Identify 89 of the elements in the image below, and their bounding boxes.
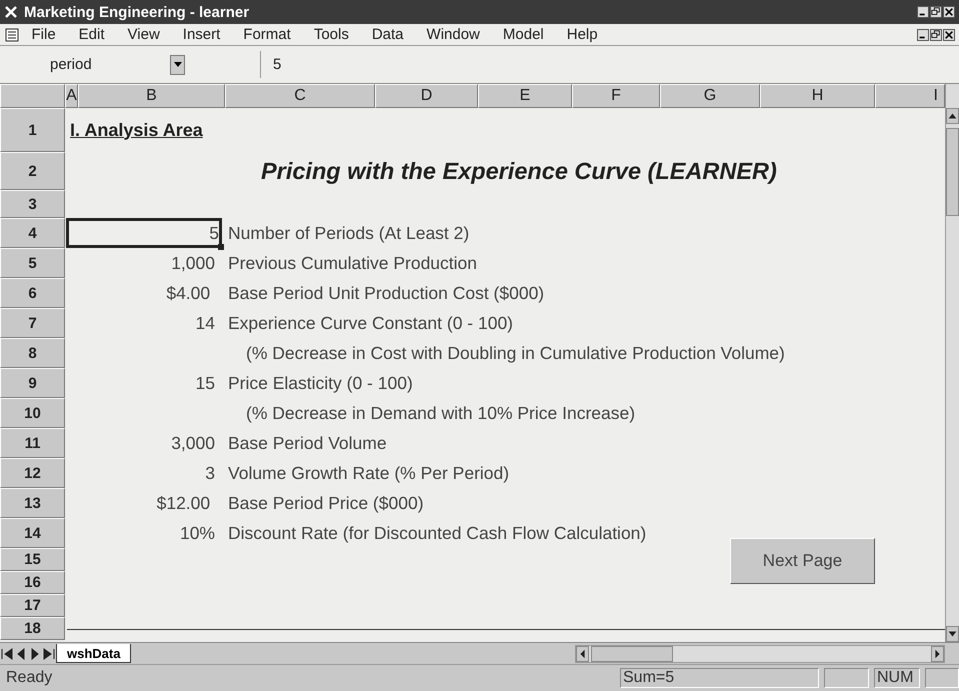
column-header[interactable]: A: [65, 84, 78, 108]
menu-item[interactable]: Data: [360, 26, 416, 43]
column-header[interactable]: I: [875, 84, 945, 108]
minimize-icon[interactable]: [917, 28, 929, 40]
field-label: Base Period Price ($000): [228, 492, 424, 514]
menu-item[interactable]: Format: [232, 26, 302, 43]
app-icon: [4, 5, 18, 19]
status-pane: [925, 668, 959, 688]
menu-item[interactable]: Edit: [67, 26, 116, 43]
section-heading: I. Analysis Area: [70, 120, 203, 140]
value-cell[interactable]: 10%: [66, 518, 222, 548]
field-label: Discount Rate (for Discounted Cash Flow Calculation): [228, 522, 646, 544]
field-label: Volume Growth Rate (% Per Period): [228, 462, 510, 484]
row-header[interactable]: 6: [0, 278, 65, 308]
column-header[interactable]: E: [478, 84, 572, 108]
field-label: Number of Periods (At Least 2): [228, 222, 470, 244]
column-header[interactable]: G: [660, 84, 760, 108]
row-header[interactable]: 15: [0, 548, 65, 571]
menu-item[interactable]: Help: [555, 26, 610, 43]
minimize-icon[interactable]: [917, 6, 929, 18]
scroll-up-icon[interactable]: [946, 108, 959, 124]
value-cell[interactable]: 15: [66, 368, 222, 398]
value-cell[interactable]: 3,000: [66, 428, 222, 458]
scroll-left-icon[interactable]: [576, 646, 589, 662]
row-header[interactable]: 16: [0, 571, 65, 594]
dropdown-icon[interactable]: [174, 62, 182, 67]
row-header[interactable]: 12: [0, 458, 65, 488]
value-cell[interactable]: 5: [66, 218, 222, 248]
row-header[interactable]: 8: [0, 338, 65, 368]
value-cell[interactable]: $4.00: [66, 278, 222, 308]
value-cell[interactable]: 3: [66, 458, 222, 488]
select-all-corner[interactable]: [0, 84, 65, 108]
column-header[interactable]: B: [78, 84, 225, 108]
value-cell[interactable]: 14: [66, 308, 222, 338]
num-lock-pane: NUM: [874, 668, 920, 688]
sheet-tab[interactable]: wshData: [56, 644, 132, 663]
menu-item[interactable]: Insert: [171, 26, 232, 43]
field-label: Base Period Unit Production Cost ($000): [228, 282, 544, 304]
menu-item[interactable]: Model: [491, 26, 556, 43]
close-icon[interactable]: [943, 28, 955, 40]
menu-item[interactable]: Window: [415, 26, 492, 43]
scroll-thumb[interactable]: [591, 646, 673, 662]
restore-icon[interactable]: [930, 28, 942, 40]
column-header[interactable]: F: [572, 84, 660, 108]
restore-icon[interactable]: [930, 6, 942, 18]
window-title: Marketing Engineering - learner: [24, 4, 250, 20]
scroll-thumb[interactable]: [946, 128, 959, 216]
next-page-button[interactable]: Next Page: [730, 538, 875, 584]
formula-field[interactable]: 5: [260, 51, 282, 78]
row-header[interactable]: 14: [0, 518, 65, 548]
field-label: Previous Cumulative Production: [228, 252, 478, 274]
note-text: (% Decrease in Demand with 10% Price Increase): [246, 402, 636, 424]
horizontal-scrollbar[interactable]: [575, 644, 945, 662]
sheet-nav-icon[interactable]: [42, 646, 56, 660]
menu-item[interactable]: File: [20, 26, 68, 43]
menu-item[interactable]: View: [116, 26, 172, 43]
row-header[interactable]: 17: [0, 594, 65, 617]
scroll-down-icon[interactable]: [946, 626, 959, 642]
row-header[interactable]: 1: [0, 108, 65, 152]
row-header[interactable]: 10: [0, 398, 65, 428]
row-header[interactable]: 2: [0, 152, 65, 190]
column-header[interactable]: D: [375, 84, 478, 108]
status-pane: [824, 668, 869, 688]
row-header[interactable]: 5: [0, 248, 65, 278]
status-text: Ready: [6, 669, 54, 687]
scroll-right-icon[interactable]: [931, 646, 944, 662]
field-label: Base Period Volume: [228, 432, 387, 454]
sheet-title: Pricing with the Experience Curve (LEARNER): [261, 158, 777, 184]
row-header[interactable]: 9: [0, 368, 65, 398]
column-header[interactable]: H: [760, 84, 875, 108]
row-header[interactable]: 11: [0, 428, 65, 458]
row-header[interactable]: 18: [0, 617, 65, 640]
column-header[interactable]: C: [225, 84, 375, 108]
row-header[interactable]: 4: [0, 218, 65, 248]
note-text: (% Decrease in Cost with Doubling in Cumulative Production Volume): [246, 342, 785, 364]
sum-pane: Sum=5: [620, 668, 819, 688]
menu-item[interactable]: Tools: [302, 26, 360, 43]
row-header[interactable]: 3: [0, 190, 65, 218]
row-header[interactable]: 7: [0, 308, 65, 338]
close-icon[interactable]: [943, 6, 955, 18]
field-label: Experience Curve Constant (0 - 100): [228, 312, 513, 334]
field-label: Price Elasticity (0 - 100): [228, 372, 413, 394]
vertical-scrollbar[interactable]: [945, 84, 959, 642]
sheet-nav-icon[interactable]: [0, 646, 14, 660]
row-header[interactable]: 13: [0, 488, 65, 518]
value-cell[interactable]: 1,000: [66, 248, 222, 278]
workbook-icon[interactable]: [4, 26, 20, 42]
name-box[interactable]: period: [0, 51, 185, 78]
value-cell[interactable]: $12.00: [66, 488, 222, 518]
